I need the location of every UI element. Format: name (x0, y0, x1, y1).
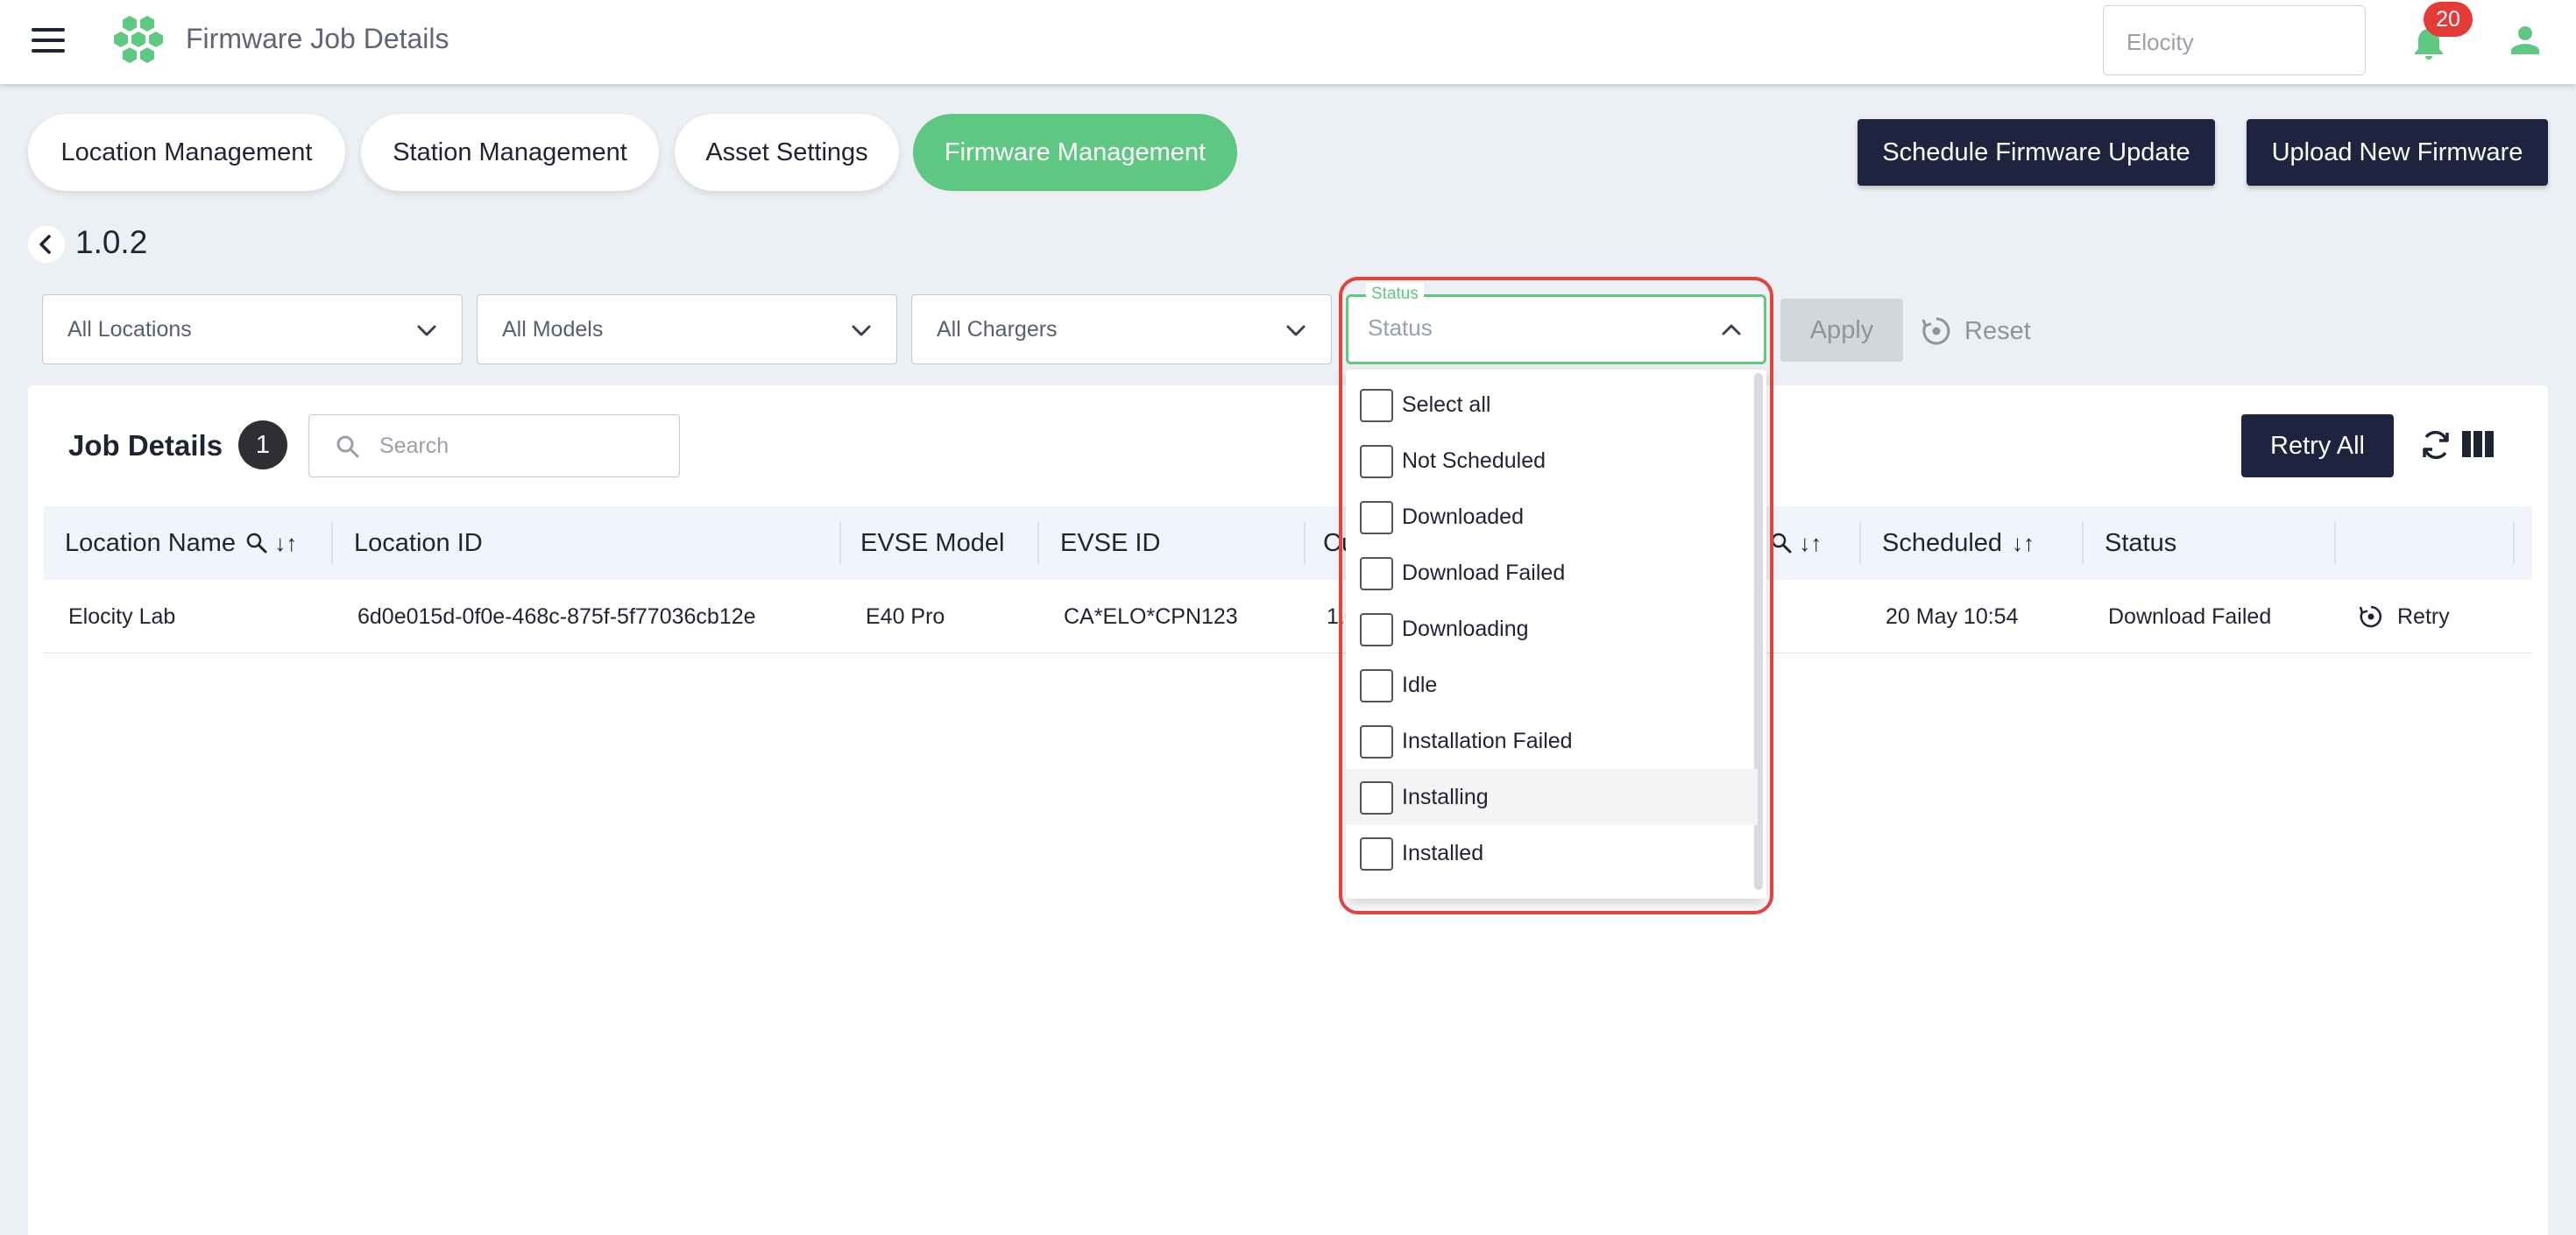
option-label: Installed (1402, 841, 1484, 865)
refresh-icon[interactable] (2418, 427, 2453, 462)
option-label: Not Scheduled (1402, 448, 1546, 473)
cell-location-name: Elocity Lab (68, 604, 176, 629)
chevron-down-icon (1286, 325, 1306, 336)
models-select[interactable]: All Models (477, 294, 897, 364)
schedule-firmware-update-button[interactable]: Schedule Firmware Update (1858, 119, 2215, 186)
status-select[interactable]: Status Status (1346, 283, 1766, 364)
column-header-location-id[interactable]: Location ID (354, 506, 483, 580)
upload-new-firmware-button[interactable]: Upload New Firmware (2247, 119, 2548, 186)
option-label: Installing (1402, 785, 1489, 809)
chargers-select[interactable]: All Chargers (911, 294, 1332, 364)
tab-location-management[interactable]: Location Management (28, 114, 345, 191)
checkbox[interactable] (1360, 445, 1393, 478)
checkbox[interactable] (1360, 613, 1393, 646)
option-installing[interactable]: Installing (1346, 769, 1758, 825)
sort-icon[interactable]: ↓↑ (274, 530, 297, 556)
job-count-badge: 1 (238, 420, 287, 469)
columns-icon[interactable] (2462, 431, 2494, 457)
apply-button[interactable]: Apply (1780, 299, 1903, 362)
cell-location-id: 6d0e015d-0f0e-468c-875f-5f77036cb12e (357, 604, 756, 629)
checkbox[interactable] (1360, 389, 1393, 422)
notification-badge: 20 (2424, 2, 2473, 37)
option-select-all[interactable]: Select all (1346, 377, 1758, 433)
checkbox[interactable] (1360, 501, 1393, 534)
app-title: Firmware Job Details (186, 23, 449, 54)
cell-evse-id: CA*ELO*CPN123 (1064, 604, 1238, 629)
status-select-placeholder: Status (1368, 314, 1433, 341)
locations-select[interactable]: All Locations (42, 294, 463, 364)
column-header-target-tools[interactable]: ↓↑ (1770, 506, 1822, 580)
search-icon (336, 435, 359, 458)
option-downloading[interactable]: Downloading (1346, 601, 1758, 657)
column-header-evse-model[interactable]: EVSE Model (860, 506, 1004, 580)
chargers-select-value: All Chargers (937, 317, 1058, 342)
sort-icon[interactable]: ↓↑ (1799, 530, 1822, 556)
column-header-evse-id[interactable]: EVSE ID (1060, 506, 1160, 580)
option-label: Downloaded (1402, 505, 1524, 529)
column-header-location-name-tools[interactable]: ↓↑ (245, 506, 297, 580)
reset-icon (1921, 317, 1950, 345)
firmware-version-title: 1.0.2 (75, 224, 148, 260)
column-header-scheduled[interactable]: Scheduled (1882, 506, 2002, 580)
checkbox[interactable] (1360, 725, 1393, 759)
menu-icon[interactable] (32, 26, 67, 54)
option-not-scheduled[interactable]: Not Scheduled (1346, 433, 1758, 489)
retry-icon (2359, 605, 2382, 628)
option-downloaded[interactable]: Downloaded (1346, 489, 1758, 545)
table-header: Location Name ↓↑ Location ID EVSE Model … (44, 506, 2532, 580)
table-row: Elocity Lab 6d0e015d-0f0e-468c-875f-5f77… (44, 580, 2532, 653)
status-select-label: Status (1366, 283, 1424, 306)
option-label: Select all (1402, 392, 1491, 417)
job-details-title: Job Details (68, 429, 223, 462)
cell-evse-model: E40 Pro (866, 604, 945, 629)
option-label: Idle (1402, 673, 1438, 697)
cell-scheduled: 20 May 10:54 (1886, 604, 2019, 629)
tab-firmware-management[interactable]: Firmware Management (913, 114, 1237, 191)
search-field[interactable] (308, 414, 680, 477)
top-bar: Firmware Job Details Elocity 20 (0, 0, 2576, 84)
retry-label: Retry (2397, 604, 2450, 629)
checkbox[interactable] (1360, 781, 1393, 815)
tab-station-management[interactable]: Station Management (361, 114, 659, 191)
option-download-failed[interactable]: Download Failed (1346, 545, 1758, 601)
column-header-location-name[interactable]: Location Name (65, 506, 236, 580)
option-installed[interactable]: Installed (1346, 825, 1758, 881)
tab-asset-settings[interactable]: Asset Settings (675, 114, 899, 191)
option-label: Installation Failed (1402, 729, 1573, 753)
option-label: Download Failed (1402, 561, 1566, 585)
option-idle[interactable]: Idle (1346, 657, 1758, 713)
status-dropdown-menu: Select all Not Scheduled Downloaded Down… (1346, 370, 1766, 899)
checkbox[interactable] (1360, 557, 1393, 590)
chevron-up-icon (1722, 324, 1741, 335)
cell-status: Download Failed (2108, 604, 2272, 629)
chevron-left-icon (39, 235, 51, 254)
locations-select-value: All Locations (67, 317, 192, 342)
sort-icon[interactable]: ↓↑ (2012, 506, 2035, 580)
organization-field[interactable]: Elocity (2103, 5, 2366, 75)
retry-all-button[interactable]: Retry All (2241, 414, 2394, 477)
search-icon[interactable] (1770, 532, 1793, 554)
logo-icon (114, 16, 163, 63)
option-installation-failed[interactable]: Installation Failed (1346, 713, 1758, 769)
column-header-status[interactable]: Status (2105, 506, 2176, 580)
search-input[interactable] (379, 427, 660, 464)
reset-label: Reset (1964, 317, 2031, 345)
search-icon[interactable] (245, 532, 268, 554)
chevron-down-icon (417, 325, 436, 336)
option-label: Downloading (1402, 617, 1529, 641)
chevron-down-icon (852, 325, 871, 336)
user-icon[interactable] (2504, 19, 2546, 61)
back-button[interactable] (28, 226, 65, 263)
checkbox[interactable] (1360, 669, 1393, 702)
checkbox[interactable] (1360, 837, 1393, 871)
models-select-value: All Models (502, 317, 604, 342)
